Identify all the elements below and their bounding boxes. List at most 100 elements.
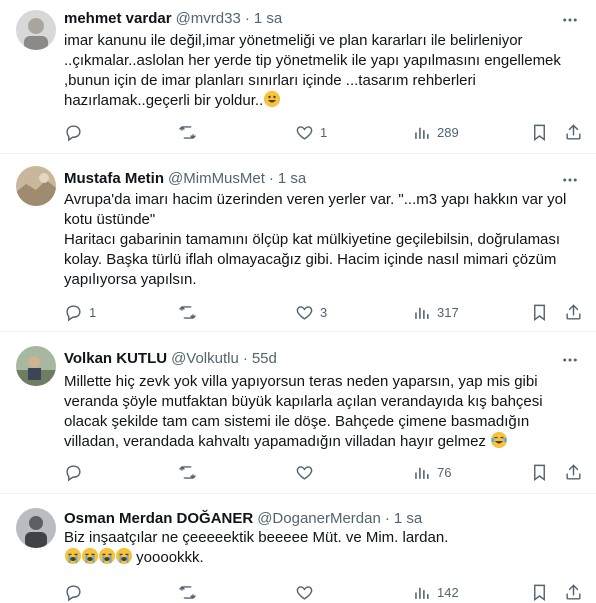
tweet-header: mehmet vardar @mvrd33 · 1 sa	[64, 8, 556, 28]
share-button[interactable]	[564, 302, 583, 322]
bookmark-button[interactable]	[530, 302, 549, 322]
views-button[interactable]: 142	[412, 582, 459, 602]
tweet-text-line: Biz inşaatçılar ne çeeeeektik beeeee Müt…	[64, 529, 449, 546]
views-chart-icon	[415, 467, 429, 479]
share-button[interactable]	[564, 462, 583, 482]
timestamp[interactable]: 1 sa	[278, 170, 306, 187]
views-button[interactable]: 76	[412, 462, 451, 482]
loudly-crying-face-icon	[82, 548, 98, 564]
views-chart-icon	[415, 307, 429, 319]
share-icon	[566, 583, 581, 600]
views-chart-icon	[415, 127, 429, 139]
share-icon	[566, 123, 581, 140]
tweet-text-line: imar kanunu ile değil,imar yönetmeliği v…	[64, 32, 523, 49]
share-icon	[566, 463, 581, 480]
reply-button[interactable]	[64, 122, 89, 142]
retweet-icon	[179, 305, 196, 319]
author-name[interactable]: mehmet vardar	[64, 10, 172, 27]
author-handle[interactable]: @mvrd33	[176, 10, 241, 27]
tweet-text-line: ..çıkmalar..aslolan her yerde tip yönetm…	[64, 52, 561, 69]
reply-button[interactable]	[64, 582, 89, 602]
avatar[interactable]	[16, 166, 56, 206]
tweet-text-line: veranda şöyle mutfaktan büyük kapılarla …	[64, 393, 543, 410]
author-name[interactable]: Volkan KUTLU	[64, 350, 167, 367]
grinning-face-icon	[264, 91, 281, 107]
bookmark-button[interactable]	[530, 462, 549, 482]
like-button[interactable]: 3	[295, 302, 327, 322]
tweet-text-line: kolay. Başka türlü iflah olmayacağız gib…	[64, 251, 557, 268]
tweet-text-line: Haritacı gabarinin tamamını ölçüp kat mü…	[64, 231, 561, 248]
like-count: 3	[320, 304, 328, 320]
separator-dot: ·	[242, 349, 248, 367]
tweet[interactable]: Osman Merdan DOĞANER @DoganerMerdan · 1 …	[0, 494, 596, 603]
action-bar: 1 289	[64, 122, 584, 142]
author-handle[interactable]: @Volkutlu	[171, 350, 239, 367]
bookmark-icon	[534, 584, 545, 601]
bookmark-button[interactable]	[530, 582, 549, 602]
share-button[interactable]	[564, 122, 583, 142]
reply-icon	[66, 464, 81, 481]
more-options-icon[interactable]	[560, 170, 580, 190]
bookmark-icon	[534, 304, 545, 321]
tweet[interactable]: mehmet vardar @mvrd33 · 1 sa imar kanunu…	[0, 0, 596, 154]
author-handle[interactable]: @MimMusMet	[168, 170, 265, 187]
retweet-icon	[179, 585, 196, 599]
like-button[interactable]	[295, 582, 320, 602]
reply-button[interactable]: 1	[64, 302, 96, 322]
view-count: 289	[437, 124, 459, 140]
heart-icon	[296, 125, 313, 140]
bookmark-icon	[534, 124, 545, 141]
retweet-icon	[179, 125, 196, 139]
heart-icon	[296, 305, 313, 320]
tweet-text-line: Avrupa'da imarı hacim üzerinden veren ye…	[64, 191, 567, 208]
retweet-button[interactable]	[178, 122, 203, 142]
tweet-text-line: olacak şekilde tam cam sistemi ile döşe.…	[64, 413, 530, 430]
reply-button[interactable]	[64, 462, 89, 482]
share-button[interactable]	[564, 582, 583, 602]
loudly-crying-face-icon	[116, 548, 132, 564]
retweet-button[interactable]	[178, 582, 203, 602]
retweet-icon	[179, 465, 196, 479]
tweet-text-line: yapılıyorsa yapılsın.	[64, 271, 197, 288]
tweet-text: imar kanunu ile değil,imar yönetmeliği v…	[64, 31, 561, 111]
loudly-crying-face-icon	[99, 548, 115, 564]
view-count: 76	[437, 464, 452, 480]
action-bar: 142	[64, 582, 584, 602]
separator-dot: ·	[244, 9, 250, 27]
retweet-button[interactable]	[178, 462, 203, 482]
timestamp[interactable]: 1 sa	[394, 510, 422, 527]
retweet-button[interactable]	[178, 302, 203, 322]
tweet[interactable]: Volkan KUTLU @Volkutlu · 55d Millette hi…	[0, 332, 596, 494]
author-name[interactable]: Mustafa Metin	[64, 170, 164, 187]
like-count: 1	[320, 124, 328, 140]
separator-dot: ·	[268, 169, 274, 187]
avatar[interactable]	[16, 346, 56, 386]
tweet-text: Biz inşaatçılar ne çeeeeektik beeeee Müt…	[64, 528, 554, 568]
avatar[interactable]	[16, 508, 56, 548]
tweet-text: Avrupa'da imarı hacim üzerinden veren ye…	[64, 190, 567, 290]
timestamp[interactable]: 1 sa	[254, 10, 282, 27]
more-options-icon[interactable]	[560, 350, 580, 370]
action-bar: 1 3 317	[64, 302, 584, 322]
views-button[interactable]: 317	[412, 302, 459, 322]
more-options-icon[interactable]	[560, 10, 580, 30]
author-name[interactable]: Osman Merdan DOĞANER	[64, 510, 253, 527]
like-button[interactable]: 1	[295, 122, 327, 142]
tweet[interactable]: Mustafa Metin @MimMusMet · 1 sa Avrupa'd…	[0, 154, 596, 332]
avatar[interactable]	[16, 10, 56, 50]
tweet-text-line-last: hazırlamak..geçerli bir yoldur..	[64, 91, 554, 111]
like-button[interactable]	[295, 462, 320, 482]
reply-icon	[66, 584, 81, 601]
tweet-text-line: villadan, verandada kahvaltı yapamadığın…	[64, 433, 486, 450]
author-handle[interactable]: @DoganerMerdan	[257, 510, 381, 527]
share-icon	[566, 303, 581, 320]
views-button[interactable]: 289	[412, 122, 459, 142]
heart-icon	[296, 465, 313, 480]
bookmark-icon	[534, 464, 545, 481]
bookmark-button[interactable]	[530, 122, 549, 142]
tweet-text-line: ,bunun için de imar planları sınırları i…	[64, 72, 476, 89]
reply-icon	[66, 304, 81, 321]
tweet-header: Volkan KUTLU @Volkutlu · 55d	[64, 348, 556, 368]
timestamp[interactable]: 55d	[252, 350, 277, 367]
tweet-header: Mustafa Metin @MimMusMet · 1 sa	[64, 168, 556, 188]
